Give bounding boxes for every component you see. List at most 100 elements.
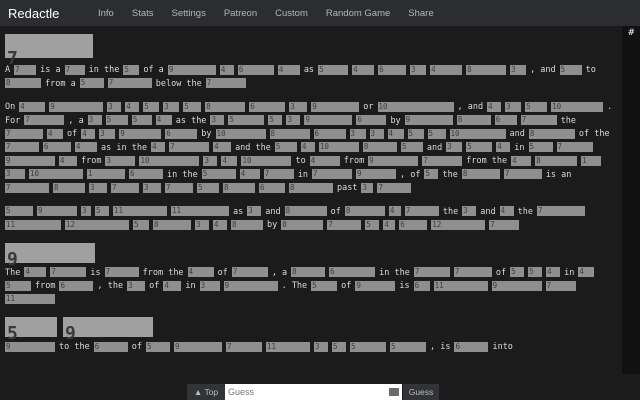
redacted-word[interactable]: 4: [47, 128, 63, 139]
redacted-word[interactable]: 7: [536, 206, 585, 216]
redacted-word[interactable]: 3: [107, 101, 122, 112]
redacted-word[interactable]: 7: [520, 115, 557, 125]
redacted-word[interactable]: 8: [528, 128, 575, 139]
redacted-word[interactable]: 4: [187, 267, 214, 277]
redacted-word[interactable]: 6: [356, 115, 387, 125]
redacted-word[interactable]: 9: [49, 101, 104, 112]
redacted-word[interactable]: 9: [173, 341, 222, 352]
nav-share[interactable]: Share: [408, 8, 433, 19]
redacted-word[interactable]: 3: [289, 101, 308, 112]
redacted-word[interactable]: 4: [125, 101, 140, 112]
redacted-word[interactable]: 3: [163, 101, 180, 112]
redacted-heading-word[interactable]: 9: [63, 317, 153, 344]
redacted-word[interactable]: 8: [456, 115, 491, 125]
redacted-word[interactable]: 7: [545, 280, 576, 291]
redacted-word[interactable]: 5: [528, 142, 553, 152]
redacted-word[interactable]: 8: [461, 169, 500, 179]
redacted-word[interactable]: 6: [399, 219, 428, 230]
redacted-word[interactable]: 6: [237, 64, 274, 75]
redacted-word[interactable]: 4: [352, 64, 375, 75]
redacted-word[interactable]: 11: [5, 294, 55, 304]
redacted-word[interactable]: 8: [153, 219, 191, 230]
redacted-word[interactable]: 6: [378, 64, 407, 75]
brand-title[interactable]: Redactle: [8, 6, 98, 21]
redacted-word[interactable]: 6: [129, 169, 163, 179]
redacted-word[interactable]: 3: [105, 155, 136, 166]
redacted-word[interactable]: 3: [210, 115, 225, 125]
redacted-word[interactable]: 11: [113, 206, 167, 216]
redacted-word[interactable]: 10: [449, 128, 506, 139]
redacted-heading-word[interactable]: 5: [5, 317, 57, 344]
redacted-word[interactable]: 4: [277, 64, 300, 75]
redacted-word[interactable]: 8: [281, 219, 324, 230]
redacted-word[interactable]: 8: [269, 128, 310, 139]
redacted-word[interactable]: 4: [430, 64, 463, 75]
redacted-word[interactable]: 7: [111, 182, 139, 193]
scrollbar[interactable]: [622, 26, 640, 374]
redacted-word[interactable]: 8: [535, 155, 578, 166]
keyboard-icon[interactable]: [389, 388, 399, 396]
redacted-word[interactable]: 1: [581, 155, 602, 166]
redacted-word[interactable]: 4: [81, 128, 96, 139]
redacted-word[interactable]: 3: [369, 128, 384, 139]
redacted-word[interactable]: 10: [215, 128, 266, 139]
redacted-word[interactable]: 3: [446, 142, 463, 152]
redacted-word[interactable]: 5: [183, 101, 202, 112]
redacted-word[interactable]: 4: [388, 206, 401, 216]
redacted-word[interactable]: 4: [309, 155, 340, 166]
redacted-word[interactable]: 5: [389, 341, 426, 352]
redacted-word[interactable]: 4: [300, 142, 315, 152]
redacted-word[interactable]: 3: [195, 219, 209, 230]
redacted-word[interactable]: 7: [64, 64, 85, 75]
redacted-word[interactable]: 5: [145, 341, 170, 352]
redacted-word[interactable]: 5: [311, 280, 338, 291]
redacted-word[interactable]: 11: [433, 280, 488, 291]
nav-random-game[interactable]: Random Game: [326, 8, 390, 19]
redacted-word[interactable]: 6: [93, 341, 128, 352]
redacted-word[interactable]: 3: [410, 64, 427, 75]
redacted-word[interactable]: 7: [14, 64, 37, 75]
redacted-word[interactable]: 8: [466, 64, 507, 75]
redacted-word[interactable]: 3: [510, 64, 527, 75]
redacted-word[interactable]: 9: [355, 169, 396, 179]
redacted-word[interactable]: 3: [143, 182, 161, 193]
redacted-word[interactable]: 4: [213, 219, 227, 230]
redacted-word[interactable]: 5: [365, 219, 380, 230]
redacted-word[interactable]: 3: [203, 155, 218, 166]
redacted-word[interactable]: 3: [81, 206, 91, 216]
redacted-word[interactable]: 9: [368, 155, 419, 166]
redacted-word[interactable]: 7: [225, 341, 262, 352]
redacted-word[interactable]: 5: [228, 115, 265, 125]
redacted-word[interactable]: 7: [231, 267, 268, 277]
redacted-word[interactable]: 8: [205, 101, 246, 112]
redacted-word[interactable]: 7: [413, 267, 450, 277]
redacted-word[interactable]: 5: [5, 206, 33, 216]
redacted-word[interactable]: 3: [127, 280, 146, 291]
redacted-word[interactable]: 11: [171, 206, 229, 216]
redacted-word[interactable]: 8: [223, 182, 255, 193]
redacted-word[interactable]: 1: [87, 169, 125, 179]
redacted-word[interactable]: 4: [221, 155, 238, 166]
redacted-title-word[interactable]: 7: [5, 34, 93, 69]
redacted-word[interactable]: 5: [525, 101, 548, 112]
redacted-word[interactable]: 4: [578, 267, 595, 277]
redacted-word[interactable]: 11: [5, 219, 61, 230]
redacted-word[interactable]: 7: [377, 182, 412, 193]
redacted-word[interactable]: 9: [404, 115, 453, 125]
redacted-word[interactable]: 4: [239, 169, 260, 179]
redacted-word[interactable]: 3: [247, 206, 262, 216]
redacted-word[interactable]: 9: [37, 206, 77, 216]
redacted-word[interactable]: 8: [284, 206, 327, 216]
redacted-word[interactable]: 8: [231, 219, 263, 230]
redacted-word[interactable]: 4: [155, 115, 172, 125]
redacted-word[interactable]: 7: [50, 267, 87, 277]
redacted-word[interactable]: 8: [5, 78, 41, 88]
redacted-word[interactable]: 3: [505, 101, 522, 112]
redacted-word[interactable]: 3: [361, 182, 374, 193]
redacted-word[interactable]: 7: [422, 155, 463, 166]
redacted-word[interactable]: 6: [313, 128, 346, 139]
redacted-word[interactable]: 5: [349, 341, 386, 352]
redacted-word[interactable]: 7: [5, 142, 39, 152]
redacted-word[interactable]: 5: [407, 128, 424, 139]
redacted-word[interactable]: 9: [223, 280, 278, 291]
